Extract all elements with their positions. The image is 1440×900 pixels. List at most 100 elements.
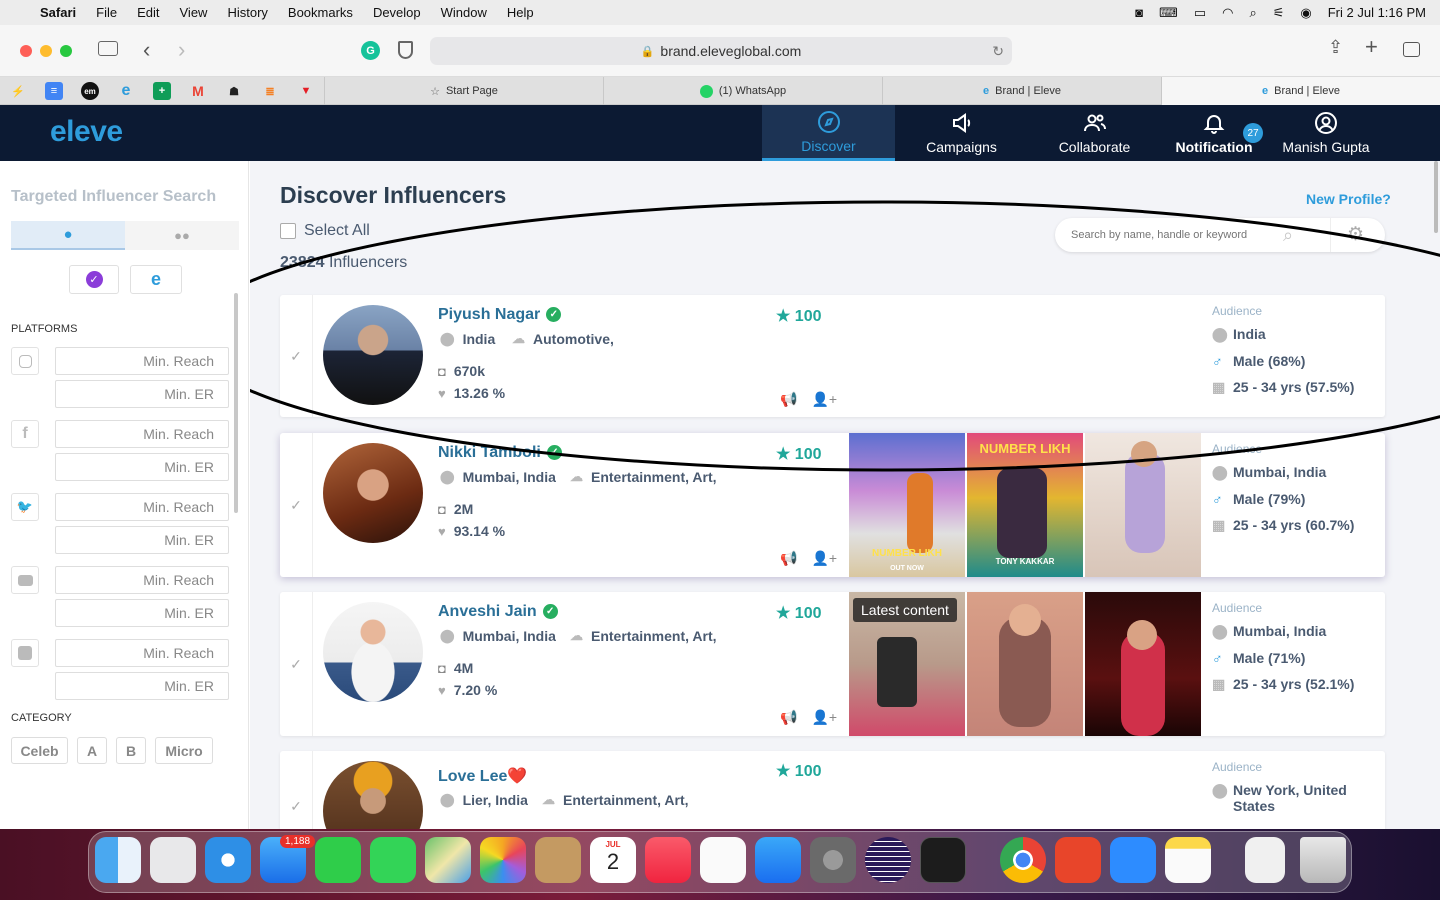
close-window-button[interactable] — [20, 45, 32, 57]
maps-icon[interactable] — [425, 837, 471, 883]
pages-icon[interactable] — [700, 837, 746, 883]
bookmark-eleve-icon[interactable]: e — [117, 82, 135, 100]
back-icon[interactable]: ‹ — [143, 37, 150, 63]
nav-campaigns[interactable]: Campaigns — [895, 105, 1028, 161]
nav-collaborate[interactable]: Collaborate — [1028, 105, 1161, 161]
group-search-tab[interactable]: ●● — [125, 221, 239, 250]
influencer-name[interactable]: Piyush Nagar ✓ — [438, 306, 562, 324]
add-to-campaign-icon[interactable]: 📢 — [780, 391, 797, 408]
influencer-name[interactable]: Love Lee❤️ — [438, 766, 527, 786]
new-profile-link[interactable]: New Profile? — [1306, 191, 1391, 207]
bookmark-docs-icon[interactable]: ≡ — [45, 82, 63, 100]
sidebar-scrollbar[interactable] — [234, 293, 238, 513]
influencer-name[interactable]: Nikki Tamboli ✓ — [438, 444, 562, 462]
category-a-button[interactable]: A — [77, 737, 107, 764]
tab-overview-icon[interactable] — [1403, 42, 1420, 57]
battery-icon[interactable]: ▭ — [1194, 5, 1206, 21]
influencer-card[interactable]: ✓ Nikki Tamboli ✓ ⬤ Mumbai, India ☁ Enterta… — [280, 433, 1385, 577]
card-select-checkbox[interactable]: ✓ — [280, 592, 313, 736]
tab-start-page[interactable]: ☆ Start Page — [324, 77, 603, 105]
safari-icon[interactable] — [205, 837, 251, 883]
forward-icon[interactable]: › — [178, 37, 185, 63]
influencer-card[interactable]: ✓ Piyush Nagar ✓ ⬤ India ☁ Automotive, ◘ 670… — [280, 295, 1385, 417]
content-thumbnail[interactable] — [1085, 592, 1201, 736]
category-b-button[interactable]: B — [116, 737, 146, 764]
menu-window[interactable]: Window — [441, 5, 487, 20]
bookmark-stack-icon[interactable]: ≣ — [261, 82, 279, 100]
category-celeb-button[interactable]: Celeb — [11, 737, 68, 764]
instagram-min-er-input[interactable]: Min. ER — [55, 380, 229, 408]
add-to-campaign-icon[interactable]: 📢 — [780, 550, 797, 567]
bookmark-sheets-icon[interactable]: + — [153, 82, 171, 100]
instagram-min-reach-input[interactable]: Min. Reach — [55, 347, 229, 375]
menu-develop[interactable]: Develop — [373, 5, 421, 20]
blogger-min-reach-input[interactable]: Min. Reach — [55, 639, 229, 667]
content-thumbnail[interactable]: NUMBER LIKH TONY KAKKAR — [967, 433, 1083, 577]
search-box[interactable]: ⌕ ⚙ — [1055, 218, 1385, 252]
select-all-checkbox[interactable] — [280, 223, 296, 239]
eleve-logo[interactable]: eleve — [50, 115, 123, 149]
share-icon[interactable]: ⇪ — [1328, 37, 1343, 58]
contacts-icon[interactable] — [535, 837, 581, 883]
anydesk-icon[interactable] — [1055, 837, 1101, 883]
youtube-min-reach-input[interactable]: Min. Reach — [55, 566, 229, 594]
search-icon[interactable]: ⌕ — [1283, 225, 1293, 246]
reload-icon[interactable]: ↻ — [992, 43, 1004, 60]
menu-edit[interactable]: Edit — [137, 5, 159, 20]
content-thumbnail[interactable] — [1085, 433, 1201, 577]
content-thumbnail[interactable]: NUMBER LIKH OUT NOW — [849, 433, 965, 577]
verified-filter-button[interactable]: ✓ — [69, 265, 119, 294]
messages-icon[interactable] — [370, 837, 416, 883]
menubar-clock[interactable]: Fri 2 Jul 1:16 PM — [1328, 5, 1426, 20]
downloads-stack-icon[interactable] — [1245, 837, 1285, 883]
avatar[interactable] — [323, 761, 423, 829]
nav-user-profile[interactable]: Manish Gupta — [1267, 105, 1385, 161]
card-select-checkbox[interactable]: ✓ — [280, 295, 313, 417]
address-bar[interactable]: 🔒 brand.eleveglobal.com ↻ — [430, 37, 1012, 65]
menu-file[interactable]: File — [96, 5, 117, 20]
bookmark-zapier-icon[interactable]: ⚡ — [9, 82, 27, 100]
bookmark-vivaldi-icon[interactable]: ▼ — [297, 82, 315, 100]
individual-search-tab[interactable]: ● — [11, 221, 125, 250]
sidebar-toggle-icon[interactable] — [98, 41, 118, 56]
terminal-icon[interactable] — [920, 837, 966, 883]
menu-view[interactable]: View — [180, 5, 208, 20]
minimize-window-button[interactable] — [40, 45, 52, 57]
zoom-icon[interactable] — [1110, 837, 1156, 883]
name-text[interactable]: Love Lee — [438, 768, 507, 785]
influencer-name[interactable]: Anveshi Jain ✓ — [438, 603, 558, 621]
keyboard-icon[interactable]: ⌨ — [1159, 5, 1178, 21]
bookmark-em-icon[interactable]: em — [81, 82, 99, 100]
notes-icon[interactable] — [1165, 837, 1211, 883]
name-text[interactable]: Anveshi Jain — [438, 603, 537, 620]
siri-icon[interactable]: ◉ — [1300, 5, 1311, 21]
content-thumbnail[interactable] — [967, 592, 1083, 736]
eclipse-icon[interactable] — [865, 837, 911, 883]
app-store-icon[interactable] — [755, 837, 801, 883]
menu-history[interactable]: History — [227, 5, 267, 20]
menu-bookmarks[interactable]: Bookmarks — [288, 5, 353, 20]
zoom-window-button[interactable] — [60, 45, 72, 57]
tab-brand-eleve-active[interactable]: e Brand | Eleve — [1161, 77, 1440, 105]
chrome-icon[interactable] — [1000, 837, 1046, 883]
photos-icon[interactable] — [480, 837, 526, 883]
spotlight-search-icon[interactable]: ⌕ — [1249, 5, 1256, 21]
blogger-min-er-input[interactable]: Min. ER — [55, 672, 229, 700]
control-center-icon[interactable]: ⚟ — [1273, 5, 1285, 21]
facebook-min-er-input[interactable]: Min. ER — [55, 453, 229, 481]
avatar[interactable] — [323, 305, 423, 405]
twitter-min-er-input[interactable]: Min. ER — [55, 526, 229, 554]
finder-icon[interactable] — [95, 837, 141, 883]
card-select-checkbox[interactable]: ✓ — [280, 433, 313, 577]
privacy-shield-icon[interactable] — [398, 41, 413, 59]
music-icon[interactable] — [645, 837, 691, 883]
bookmark-gmail-icon[interactable]: M — [189, 82, 207, 100]
twitter-min-reach-input[interactable]: Min. Reach — [55, 493, 229, 521]
launchpad-icon[interactable] — [150, 837, 196, 883]
facetime-icon[interactable] — [315, 837, 361, 883]
avatar[interactable] — [323, 443, 423, 543]
search-input[interactable] — [1071, 229, 1291, 241]
menu-app-name[interactable]: Safari — [40, 5, 76, 20]
add-to-campaign-icon[interactable]: 📢 — [780, 709, 797, 726]
menu-help[interactable]: Help — [507, 5, 534, 20]
